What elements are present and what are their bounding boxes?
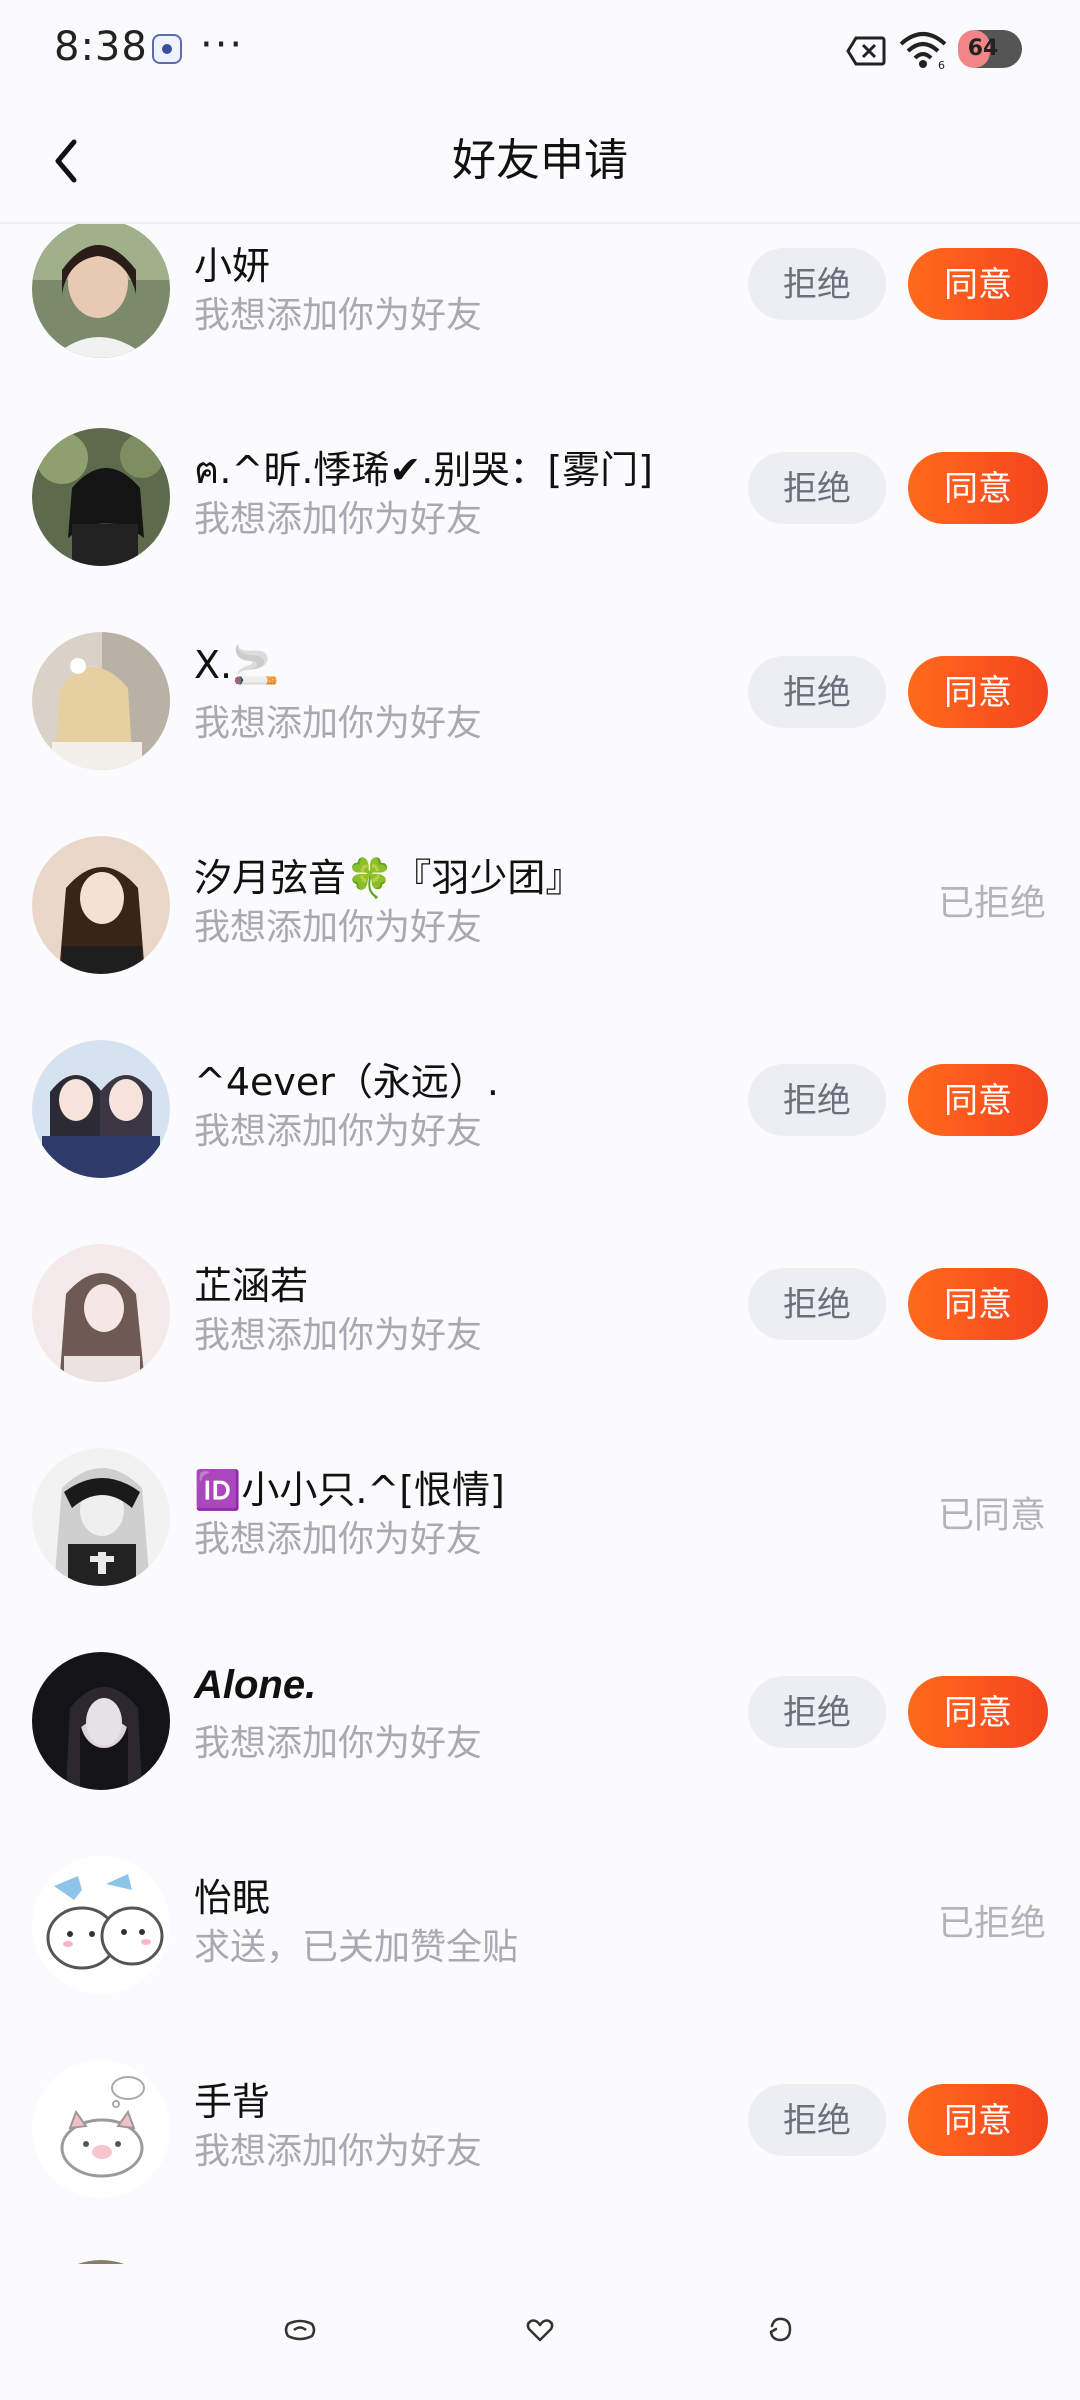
- friend-request-list[interactable]: 小妍 我想添加你为好友 拒绝 同意 ฅ.^昕.悸琋✔.别哭：[雾门] 我想添加你…: [0, 224, 1080, 2264]
- reject-button[interactable]: 拒绝: [748, 1676, 886, 1748]
- requester-name: 手背: [194, 2080, 271, 2124]
- battery-percent: 64: [967, 36, 999, 61]
- app-notification-icon: [152, 34, 182, 64]
- request-row: Alone. 我想添加你为好友 拒绝 同意: [0, 1652, 1080, 1856]
- avatar[interactable]: [32, 632, 170, 770]
- avatar[interactable]: [32, 1448, 170, 1586]
- reject-button[interactable]: 拒绝: [748, 452, 886, 524]
- request-message: 我想添加你为好友: [194, 2131, 483, 2172]
- svg-text:6: 6: [938, 59, 945, 70]
- battery-indicator: 64: [958, 30, 1022, 68]
- request-row: 怡眠 求送，已关加赞全贴 已拒绝: [0, 1856, 1080, 2060]
- avatar[interactable]: [32, 836, 170, 974]
- requester-name: Alone.: [194, 1663, 317, 1707]
- request-status: 已拒绝: [937, 1903, 1046, 1944]
- requester-name: 汐月弦音🍀『羽少团』: [194, 856, 584, 900]
- accept-button[interactable]: 同意: [908, 452, 1048, 524]
- request-row: 🆔小小只.^[恨情] 我想添加你为好友 已同意: [0, 1448, 1080, 1652]
- request-message: 求送，已关加赞全贴: [194, 1927, 519, 1968]
- request-status: 已同意: [937, 1495, 1046, 1536]
- recent-apps-icon[interactable]: [282, 2312, 318, 2348]
- accept-button[interactable]: 同意: [908, 1064, 1048, 1136]
- avatar[interactable]: [32, 1040, 170, 1178]
- status-time: 8:38: [54, 24, 148, 70]
- avatar[interactable]: [32, 1652, 170, 1790]
- request-row: ^4ever（永远）. 我想添加你为好友 拒绝 同意: [0, 1040, 1080, 1244]
- reject-button[interactable]: 拒绝: [748, 248, 886, 320]
- request-message: 我想添加你为好友: [194, 1723, 483, 1764]
- accept-button[interactable]: 同意: [908, 1268, 1048, 1340]
- avatar[interactable]: [32, 2060, 170, 2198]
- requester-name: ^4ever（永远）.: [194, 1060, 499, 1104]
- request-row: X.🚬 我想添加你为好友 拒绝 同意: [0, 632, 1080, 836]
- request-status: 已拒绝: [937, 883, 1046, 924]
- back-hand-icon[interactable]: [762, 2312, 798, 2348]
- avatar[interactable]: [32, 1244, 170, 1382]
- request-message: 我想添加你为好友: [194, 1519, 483, 1560]
- requester-name: X.🚬: [194, 643, 280, 687]
- reject-button[interactable]: 拒绝: [748, 2084, 886, 2156]
- reject-button[interactable]: 拒绝: [748, 1268, 886, 1340]
- request-message: 我想添加你为好友: [194, 295, 483, 336]
- request-message: 我想添加你为好友: [194, 1111, 483, 1152]
- requester-name: 小妍: [194, 244, 271, 288]
- request-message: 我想添加你为好友: [194, 1315, 483, 1356]
- requester-name: 🆔小小只.^[恨情]: [194, 1468, 505, 1512]
- bottom-nav: [0, 2264, 1080, 2400]
- page-title: 好友申请: [452, 135, 628, 186]
- request-row: 芷涵若 我想添加你为好友 拒绝 同意: [0, 1244, 1080, 1448]
- home-heart-icon[interactable]: [522, 2312, 558, 2348]
- no-sim-icon: [846, 36, 886, 66]
- page-header: 好友申请: [0, 100, 1080, 224]
- accept-button[interactable]: 同意: [908, 656, 1048, 728]
- requester-name: 怡眠: [194, 1876, 271, 1920]
- status-bar: 8:38 ··· 6 64: [0, 0, 1080, 100]
- reject-button[interactable]: 拒绝: [748, 656, 886, 728]
- avatar[interactable]: [32, 224, 170, 358]
- reject-button[interactable]: 拒绝: [748, 1064, 886, 1136]
- request-message: 我想添加你为好友: [194, 703, 483, 744]
- requester-name: 芷涵若: [194, 1264, 309, 1308]
- request-row: 手背 我想添加你为好友 拒绝 同意: [0, 2060, 1080, 2264]
- request-row: 汐月弦音🍀『羽少团』 我想添加你为好友 已拒绝: [0, 836, 1080, 1040]
- request-row: 小妍 我想添加你为好友 拒绝 同意: [0, 224, 1080, 428]
- accept-button[interactable]: 同意: [908, 2084, 1048, 2156]
- request-message: 我想添加你为好友: [194, 499, 483, 540]
- wifi-icon: 6: [899, 32, 947, 70]
- avatar[interactable]: [32, 428, 170, 566]
- accept-button[interactable]: 同意: [908, 248, 1048, 320]
- request-row: ฅ.^昕.悸琋✔.别哭：[雾门] 我想添加你为好友 拒绝 同意: [0, 428, 1080, 632]
- avatar[interactable]: [32, 1856, 170, 1994]
- accept-button[interactable]: 同意: [908, 1676, 1048, 1748]
- more-notifications-icon: ···: [200, 22, 245, 68]
- request-message: 我想添加你为好友: [194, 907, 483, 948]
